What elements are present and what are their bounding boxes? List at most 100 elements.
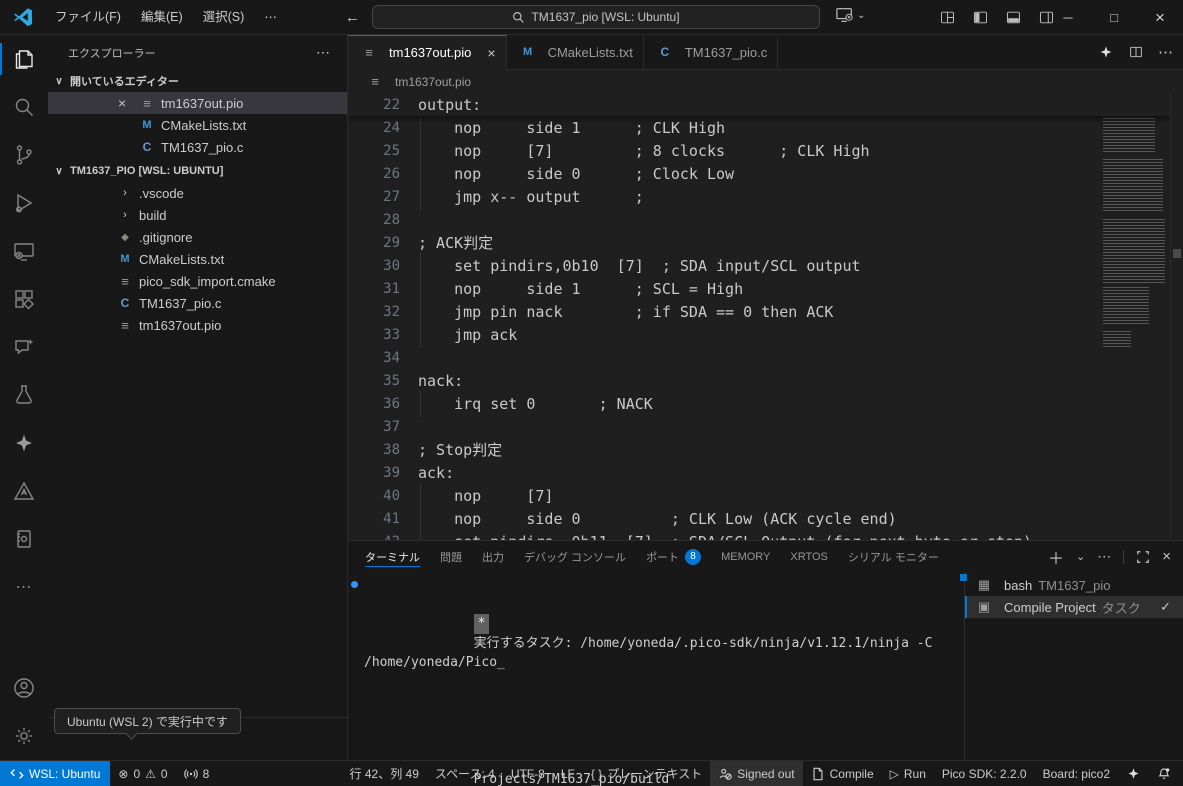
panel-tab[interactable]: ターミナル — [365, 541, 420, 572]
sticky-scroll-line[interactable]: 22 output: — [348, 93, 1170, 116]
close-panel-icon[interactable]: × — [1162, 548, 1171, 565]
panel-more-icon[interactable]: ⋯ — [1097, 548, 1111, 565]
testing-icon[interactable] — [0, 371, 48, 419]
code-editor[interactable]: 22 output: 24 nop side 1 ; CLK High 25 — [348, 93, 1183, 540]
tree-item[interactable]: › build — [48, 204, 347, 226]
panel-tab[interactable]: MEMORY — [721, 541, 770, 572]
tree-item[interactable]: M CMakeLists.txt — [48, 248, 347, 270]
code-line[interactable]: 31 nop side 1 ; SCL = High — [348, 277, 1170, 300]
tree-item[interactable]: › .vscode — [48, 182, 347, 204]
menu-item[interactable]: ファイル(F) — [45, 0, 131, 34]
code-line[interactable]: 33 jmp ack — [348, 323, 1170, 346]
panel-tab[interactable]: デバッグ コンソール — [524, 541, 626, 572]
code-line[interactable]: 34 — [348, 346, 1170, 369]
terminal-dropdown-icon[interactable]: ⌄ — [1076, 550, 1085, 563]
menu-item[interactable]: 編集(E) — [131, 0, 193, 34]
editor-scrollbar[interactable] — [1170, 93, 1183, 540]
terminal-detail: TM1637_pio — [1038, 578, 1110, 593]
more-views-icon[interactable]: ⋯ — [0, 563, 48, 611]
copilot-status[interactable] — [1118, 761, 1149, 786]
open-editor-row[interactable]: × C TM1637_pio.c — [48, 136, 347, 158]
panel-tab[interactable]: シリアル モニター — [848, 541, 939, 572]
panel-tab[interactable]: ポート 8 — [646, 541, 701, 572]
tree-item[interactable]: ≡ pico_sdk_import.cmake — [48, 270, 347, 292]
close-icon[interactable]: × — [118, 95, 138, 111]
chat-icon[interactable] — [0, 323, 48, 371]
code-line[interactable]: 40 nop [7] — [348, 484, 1170, 507]
tab-cmakelists[interactable]: M CMakeLists.txt — [507, 35, 644, 69]
more-actions-icon[interactable]: ⋯ — [1158, 43, 1173, 61]
command-center-search[interactable]: TM1637_pio [WSL: Ubuntu] — [372, 5, 820, 29]
code-line[interactable]: 38 ; Stop判定 — [348, 438, 1170, 461]
breadcrumb[interactable]: ≡ tm1637out.pio — [348, 70, 1183, 93]
code-line[interactable]: 30 set pindirs,0b10 [7] ; SDA input/SCL … — [348, 254, 1170, 277]
toggle-sidebar-icon[interactable] — [972, 9, 989, 26]
problems-indicator[interactable]: ⊗ 0 ⚠ 0 — [110, 761, 175, 786]
panel-tab[interactable]: 問題 — [440, 541, 462, 572]
source-control-icon[interactable] — [0, 131, 48, 179]
menu-item[interactable]: ⋯ — [254, 0, 287, 34]
search-icon[interactable] — [0, 83, 48, 131]
code-line[interactable]: 25 nop [7] ; 8 clocks ; CLK High — [348, 139, 1170, 162]
code-line[interactable]: 35 nack: — [348, 369, 1170, 392]
code-line[interactable]: 37 — [348, 415, 1170, 438]
code-line[interactable]: 39 ack: — [348, 461, 1170, 484]
notifications[interactable] — [1149, 761, 1183, 786]
extensions-icon[interactable] — [0, 275, 48, 323]
account-icon[interactable] — [0, 664, 48, 712]
maximize-button[interactable]: □ — [1091, 0, 1137, 35]
code-line[interactable]: 32 jmp pin nack ; if SDA == 0 then ACK — [348, 300, 1170, 323]
new-terminal-icon[interactable]: ＋ — [1048, 545, 1064, 569]
workspace-header[interactable]: ∨ TM1637_PIO [WSL: UBUNTU] — [48, 160, 347, 182]
screencast-toggle-icon[interactable]: ⌄ — [835, 6, 865, 24]
code-line[interactable]: 29 ; ACK判定 — [348, 231, 1170, 254]
run-debug-icon[interactable] — [0, 179, 48, 227]
terminal-instance-row[interactable]: ▣ Compile Project タスク ✓ — [965, 596, 1183, 618]
code-line[interactable]: 27 jmp x-- output ; — [348, 185, 1170, 208]
split-editor-icon[interactable] — [1128, 44, 1144, 60]
code-line[interactable]: 42 set pindirs, 0b11 [7] ; SDA/SCL Outpu… — [348, 530, 1170, 540]
memory-board-icon[interactable] — [0, 515, 48, 563]
open-editor-row[interactable]: × ≡ tm1637out.pio — [48, 92, 347, 114]
settings-gear-icon[interactable] — [0, 712, 48, 760]
pico-extension-icon[interactable] — [0, 467, 48, 515]
line-number: 26 — [348, 166, 400, 182]
code-line[interactable]: 24 nop side 1 ; CLK High — [348, 116, 1170, 139]
tree-item[interactable]: ≡ tm1637out.pio — [48, 314, 347, 336]
remote-indicator[interactable]: WSL: Ubuntu — [0, 761, 110, 786]
ports-indicator[interactable]: 8 — [176, 761, 218, 786]
explorer-icon[interactable] — [0, 35, 48, 83]
close-button[interactable]: × — [1137, 0, 1183, 35]
terminal-output[interactable]: * 実行するタスク: /home/yoneda/.pico-sdk/ninja/… — [348, 572, 964, 760]
panel-tab[interactable]: XRTOS — [790, 541, 828, 572]
item-name: tm1637out.pio — [139, 318, 221, 333]
tree-item[interactable]: ◆ .gitignore — [48, 226, 347, 248]
copilot-icon[interactable] — [0, 419, 48, 467]
tab-tm1637out-pio[interactable]: ≡ tm1637out.pio × — [348, 35, 507, 70]
code-line[interactable]: 28 — [348, 208, 1170, 231]
back-arrow-icon[interactable]: ← — [345, 9, 360, 26]
tab-tm1637-pio-c[interactable]: C TM1637_pio.c — [644, 35, 778, 69]
sidebar-more-icon[interactable]: ⋯ — [316, 44, 331, 61]
remote-explorer-icon[interactable] — [0, 227, 48, 275]
code-line[interactable]: 26 nop side 0 ; Clock Low — [348, 162, 1170, 185]
minimize-button[interactable]: ─ — [1045, 0, 1091, 35]
terminal-instance-row[interactable]: ▦ bash TM1637_pio — [965, 574, 1183, 596]
scrollbar-thumb[interactable] — [1173, 249, 1181, 258]
minimap[interactable] — [1095, 95, 1170, 540]
close-icon[interactable]: × — [487, 45, 495, 61]
board-selector[interactable]: Board: pico2 — [1035, 761, 1118, 786]
toggle-panel-icon[interactable] — [1005, 9, 1022, 26]
customize-layout-icon[interactable] — [939, 9, 956, 26]
sparkle-icon[interactable] — [1098, 44, 1114, 60]
code-line[interactable]: 41 nop side 0 ; CLK Low (ACK cycle end) — [348, 507, 1170, 530]
open-editors-header[interactable]: ∨ 開いているエディター — [48, 70, 347, 92]
file-type-icon: M — [138, 119, 156, 131]
line-text: nop side 1 ; SCL = High — [418, 280, 743, 298]
open-editor-row[interactable]: × M CMakeLists.txt — [48, 114, 347, 136]
maximize-panel-icon[interactable] — [1136, 550, 1150, 564]
panel-tab[interactable]: 出力 — [482, 541, 504, 572]
tree-item[interactable]: C TM1637_pio.c — [48, 292, 347, 314]
menu-item[interactable]: 選択(S) — [193, 0, 255, 34]
code-line[interactable]: 36 irq set 0 ; NACK — [348, 392, 1170, 415]
